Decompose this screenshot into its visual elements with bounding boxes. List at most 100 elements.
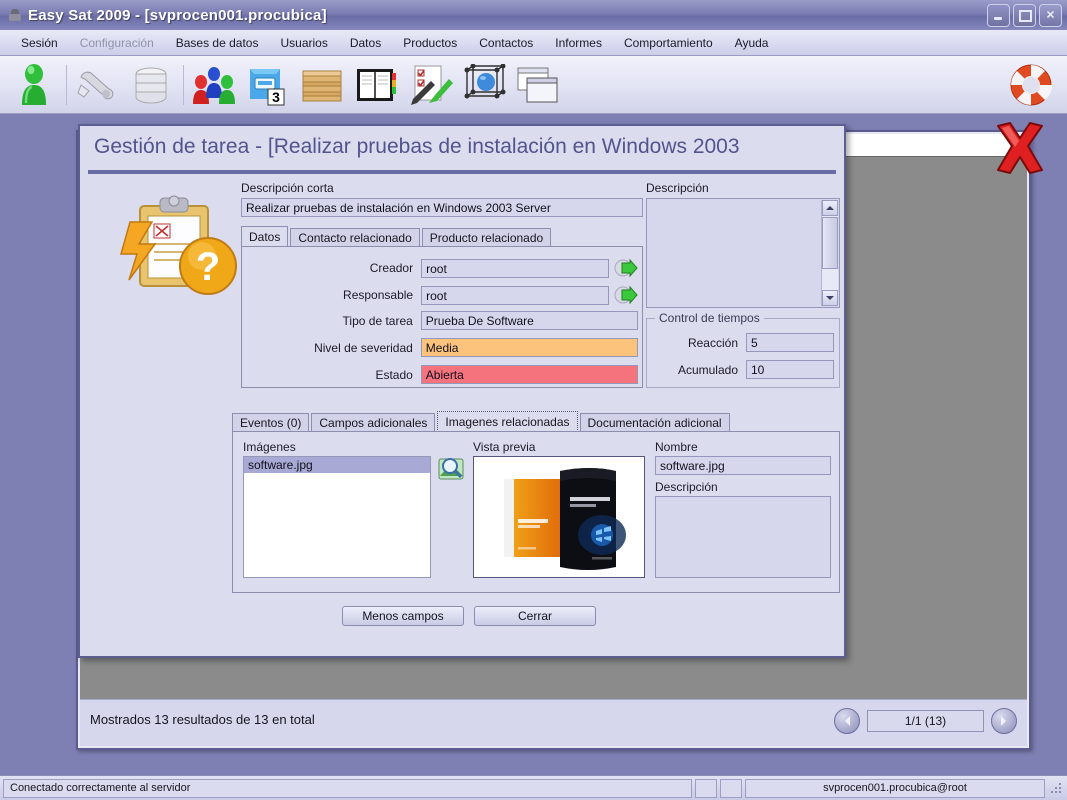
user-green-icon[interactable] (8, 60, 60, 110)
status-user-text: svprocen001.procubica@root (745, 778, 1045, 798)
scroll-thumb[interactable] (822, 217, 838, 269)
field-acumulado-label: Acumulado (677, 362, 738, 377)
bottom-tabs: Eventos (0) Campos adicionales Imagenes … (232, 411, 732, 432)
red-x-icon[interactable] (990, 120, 1050, 176)
field-creador: Creador root (250, 257, 638, 279)
window-title: Easy Sat 2009 - [svprocen001.procubica] (28, 6, 327, 24)
field-acumulado: Acumulado 10 (653, 360, 834, 379)
field-responsable-input[interactable]: root (421, 285, 609, 305)
results-footer: Mostrados 13 resultados de 13 en total 1… (80, 699, 1027, 746)
description-group: Descripción (646, 181, 709, 195)
application-window: Easy Sat 2009 - [svprocen001.procubica] … (0, 0, 1067, 800)
page-indicator: 1/1 (13) (867, 710, 984, 732)
go-arrow-icon[interactable] (614, 257, 638, 279)
menu-item-sesion[interactable]: Sesión (10, 33, 69, 53)
arrow-right-icon[interactable] (991, 708, 1017, 734)
field-tipo-de-tarea-input[interactable]: Prueba De Software (420, 311, 638, 330)
close-button[interactable]: ✕ (1039, 4, 1062, 27)
scroll-down-icon[interactable] (822, 290, 838, 306)
app-icon (7, 7, 23, 23)
cerrar-button[interactable]: Cerrar (474, 606, 596, 626)
short-description-input[interactable]: Realizar pruebas de instalación en Windo… (241, 198, 643, 217)
menu-item-productos[interactable]: Productos (392, 33, 468, 53)
minimize-button[interactable] (987, 4, 1010, 27)
field-estado-input[interactable]: Abierta (420, 365, 638, 384)
field-responsable-label: Responsable (343, 288, 414, 302)
tab-imagenes-relacionadas[interactable]: Imagenes relacionadas (437, 411, 578, 432)
mdi-workspace: dad Responsable rootrootoswaldo.valezroo… (0, 114, 1067, 775)
images-label: Imágenes (243, 440, 296, 454)
description-value (647, 199, 839, 205)
menu-item-configuracion[interactable]: Configuración (69, 33, 165, 53)
dialog-title: Gestión de tarea - [Realizar pruebas de … (80, 126, 844, 170)
dialog-body: ? Descripción corta Realizar pruebas de … (88, 178, 840, 648)
window-controls: ✕ (987, 4, 1062, 27)
description-textarea[interactable] (646, 198, 840, 308)
name-label: Nombre (655, 440, 698, 454)
tab-eventos[interactable]: Eventos (0) (232, 413, 310, 432)
status-cell-3 (720, 778, 742, 798)
field-nivel-de-severidad: Nivel de severidad Media (250, 338, 638, 357)
field-tipo-de-tarea: Tipo de tarea Prueba De Software (250, 311, 638, 330)
scroll-up-icon[interactable] (822, 200, 838, 216)
name-input[interactable]: software.jpg (655, 456, 831, 475)
network-globe-icon[interactable] (458, 60, 510, 110)
menu-item-contactos[interactable]: Contactos (468, 33, 544, 53)
pager: 1/1 (13) (834, 708, 1017, 734)
menu-item-datos[interactable]: Datos (339, 33, 392, 53)
images-listbox[interactable]: software.jpg (243, 456, 431, 578)
image-description-textarea[interactable] (655, 496, 831, 578)
status-cell-2 (695, 778, 717, 798)
tab-producto-relacionado[interactable]: Producto relacionado (421, 228, 552, 247)
magnifier-image-icon[interactable] (437, 456, 465, 482)
go-arrow-icon[interactable] (614, 284, 638, 306)
datos-tab-panel: Creador root Responsable root Tipo de ta… (241, 246, 643, 388)
imagenes-tab-panel: Imágenes software.jpg Vista previa Nombr… (232, 431, 840, 593)
description-label: Descripción (646, 181, 709, 195)
tab-contacto-relacionado[interactable]: Contacto relacionado (290, 228, 420, 247)
menu-item-bases-de-datos[interactable]: Bases de datos (165, 33, 270, 53)
crate-icon[interactable] (296, 60, 348, 110)
short-description-label: Descripción corta (241, 181, 334, 195)
field-estado: Estado Abierta (250, 365, 638, 384)
field-tipo-de-tarea-label: Tipo de tarea (342, 313, 413, 328)
field-creador-label: Creador (369, 261, 414, 275)
preview-image (473, 456, 645, 578)
toolbar-separator (183, 64, 184, 105)
menu-item-comportamiento[interactable]: Comportamiento (613, 33, 724, 53)
resize-grip-icon[interactable] (1049, 781, 1063, 795)
checklist-pen-icon[interactable] (404, 60, 456, 110)
tab-documentacion-adicional[interactable]: Documentación adicional (579, 413, 730, 432)
image-description-label: Descripción (655, 480, 718, 494)
field-reaccion-input[interactable]: 5 (746, 333, 834, 352)
maximize-button[interactable] (1013, 4, 1036, 27)
archive-box-3-icon[interactable]: 3 (242, 60, 294, 110)
users-group-icon[interactable] (188, 60, 240, 110)
svg-text:?: ? (196, 245, 220, 289)
title-bar: Easy Sat 2009 - [svprocen001.procubica] … (0, 0, 1067, 31)
status-bar: Conectado correctamente al servidor svpr… (0, 775, 1067, 800)
field-nivel-de-severidad-input[interactable]: Media (420, 338, 638, 357)
svg-text:3: 3 (272, 89, 280, 105)
field-creador-input[interactable]: root (421, 258, 609, 278)
status-connection-text: Conectado correctamente al servidor (3, 778, 692, 798)
title-rule (88, 170, 836, 174)
windows-cascade-icon[interactable] (512, 60, 564, 110)
tab-campos-adicionales[interactable]: Campos adicionales (311, 413, 436, 432)
menu-item-informes[interactable]: Informes (544, 33, 613, 53)
lifebuoy-icon[interactable] (1007, 62, 1055, 108)
arrow-left-icon[interactable] (834, 708, 860, 734)
list-item[interactable]: software.jpg (244, 457, 430, 473)
field-acumulado-input[interactable]: 10 (746, 360, 834, 379)
tab-datos[interactable]: Datos (241, 226, 289, 247)
results-count-text: Mostrados 13 resultados de 13 en total (90, 712, 315, 727)
address-book-icon[interactable] (350, 60, 402, 110)
menos-campos-button[interactable]: Menos campos (342, 606, 464, 626)
description-scrollbar[interactable] (821, 200, 838, 306)
menu-item-ayuda[interactable]: Ayuda (724, 33, 780, 53)
menu-item-usuarios[interactable]: Usuarios (269, 33, 338, 53)
time-control-group: Control de tiempos Reacción 5 Acumulado … (646, 311, 840, 388)
toolbar-separator (66, 64, 67, 105)
database-icon[interactable] (125, 60, 177, 110)
wrench-icon[interactable] (71, 60, 123, 110)
